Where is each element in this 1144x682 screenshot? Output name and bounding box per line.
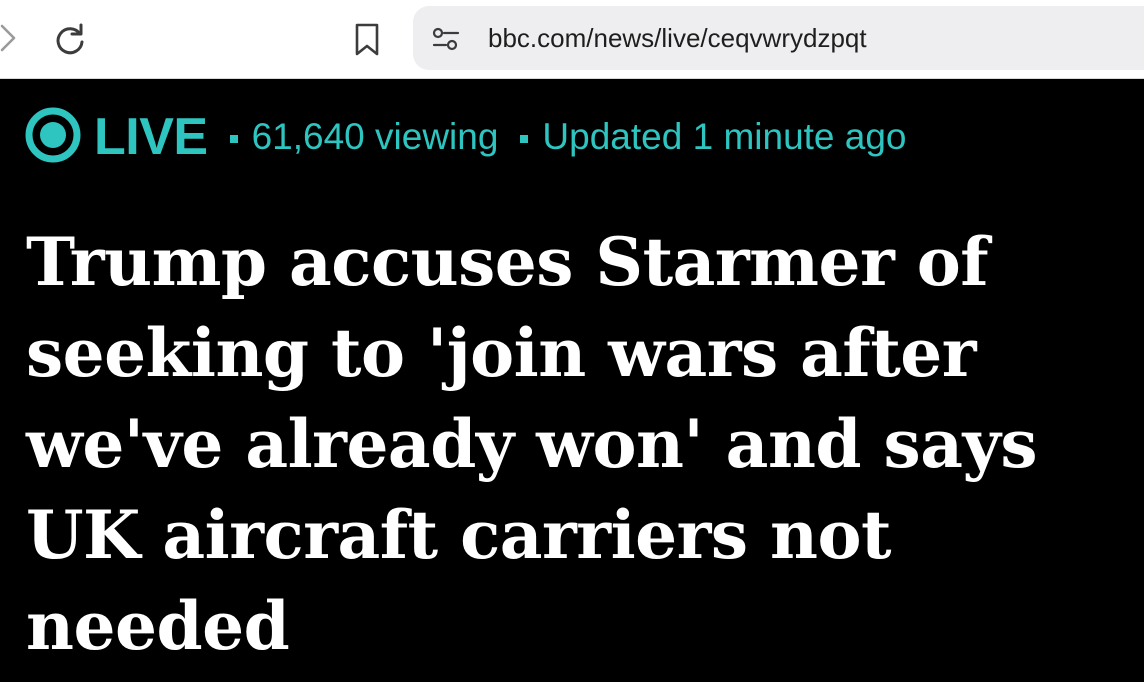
url-text: bbc.com/news/live/ceqvwrydzpqt <box>488 23 867 53</box>
forward-icon[interactable] <box>0 20 22 61</box>
last-updated: Updated 1 minute ago <box>542 116 907 157</box>
article-page: LIVE 61,640 viewing Updated 1 minute ago… <box>0 79 1144 682</box>
article-headline: Trump accuses Starmer of seeking to 'joi… <box>26 223 1037 665</box>
live-label: LIVE <box>94 108 208 166</box>
bookmark-icon[interactable] <box>352 20 382 65</box>
viewer-count: 61,640 viewing <box>251 116 499 157</box>
live-indicator-icon <box>24 106 82 169</box>
site-settings-icon[interactable] <box>431 26 461 57</box>
reload-icon[interactable] <box>50 20 90 65</box>
separator-dot <box>520 135 529 143</box>
separator-dot <box>229 135 238 143</box>
browser-toolbar: bbc.com/news/live/ceqvwrydzpqt <box>0 0 1144 79</box>
live-status-bar: LIVE 61,640 viewing Updated 1 minute ago <box>24 105 907 169</box>
address-bar[interactable]: bbc.com/news/live/ceqvwrydzpqt <box>413 6 1144 70</box>
